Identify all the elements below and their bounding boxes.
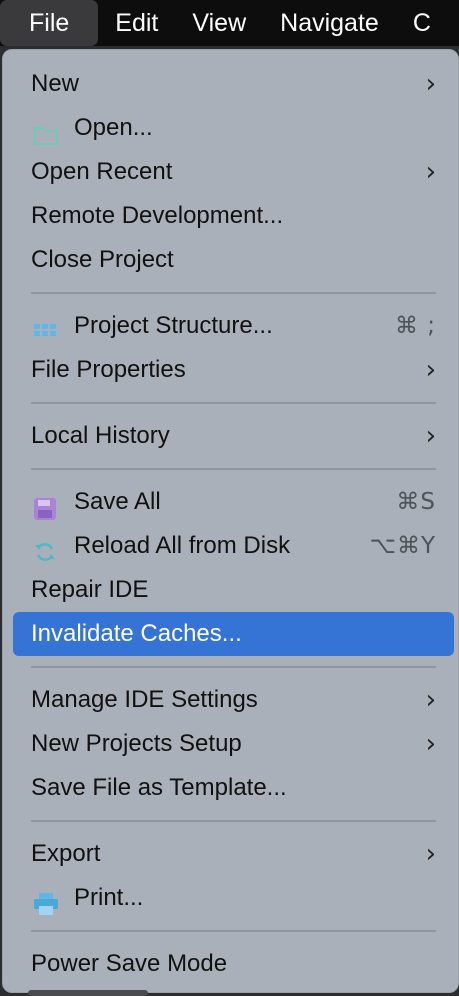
menu-separator (31, 468, 436, 470)
menu-item-open[interactable]: Open... (13, 106, 454, 150)
menu-item-file-properties[interactable]: File Properties › (13, 348, 454, 392)
menu-item-label: Power Save Mode (31, 950, 228, 977)
folder-icon (33, 117, 58, 145)
grid-icon (33, 315, 57, 337)
menu-item-new-projects-setup[interactable]: New Projects Setup › (13, 722, 454, 766)
chevron-right-icon: › (425, 157, 436, 187)
menubar-code[interactable]: C (396, 0, 448, 46)
menu-item-repair-ide[interactable]: Repair IDE (13, 568, 454, 612)
menu-item-label: New Projects Setup (31, 730, 242, 757)
menu-item-save-all[interactable]: Save All ⌘S (13, 480, 454, 524)
menu-separator (31, 930, 436, 932)
menu-item-shortcut: ⌘ ; (394, 313, 436, 339)
menu-item-shortcut: ⌘S (396, 489, 436, 515)
menu-item-label: Save All (74, 488, 161, 515)
menubar-edit[interactable]: Edit (98, 0, 175, 46)
menu-item-label: Manage IDE Settings (31, 686, 258, 713)
menu-item-label: Save File as Template... (31, 774, 287, 801)
menu-item-label: Close Project (31, 246, 174, 273)
chevron-right-icon: › (425, 839, 436, 869)
menu-item-label: File Properties (31, 356, 186, 383)
menu-item-new[interactable]: New › (13, 62, 454, 106)
menubar-view[interactable]: View (175, 0, 263, 46)
chevron-right-icon: › (425, 69, 436, 99)
menu-item-save-file-as-template[interactable]: Save File as Template... (13, 766, 454, 810)
menu-item-shortcut: ⌥⌘Y (369, 533, 436, 559)
printer-icon (33, 887, 58, 915)
menu-separator (31, 666, 436, 668)
file-menu-dropdown: New › Open... Open Recent › Remote Devel… (2, 49, 459, 993)
menu-item-reload-all-from-disk[interactable]: Reload All from Disk ⌥⌘Y (13, 524, 454, 568)
save-icon (33, 491, 57, 520)
menu-item-remote-development[interactable]: Remote Development... (13, 194, 454, 238)
menu-item-print[interactable]: Print... (13, 876, 454, 920)
menu-item-local-history[interactable]: Local History › (13, 414, 454, 458)
menu-item-close-project[interactable]: Close Project (13, 238, 454, 282)
menu-item-label: Invalidate Caches... (31, 620, 242, 647)
menubar-file[interactable]: File (0, 0, 99, 46)
menu-item-manage-ide-settings[interactable]: Manage IDE Settings › (13, 678, 454, 722)
menu-item-label: Open... (74, 114, 153, 141)
menu-separator (31, 292, 436, 294)
menu-item-label: Local History (31, 422, 170, 449)
chevron-right-icon: › (425, 729, 436, 759)
menu-item-label: Remote Development... (31, 202, 284, 229)
menu-item-export[interactable]: Export › (13, 832, 454, 876)
menu-separator (31, 820, 436, 822)
menubar-navigate[interactable]: Navigate (263, 0, 396, 46)
menu-bar: File Edit View Navigate C (0, 0, 459, 46)
menu-item-label: Open Recent (31, 158, 173, 185)
background-window-edge (28, 990, 148, 996)
menu-item-label: Project Structure... (74, 312, 273, 339)
menu-item-label: Export (31, 840, 101, 867)
menu-item-label: New (31, 70, 80, 97)
menu-item-label: Reload All from Disk (74, 532, 291, 559)
menu-separator (31, 402, 436, 404)
chevron-right-icon: › (425, 421, 436, 451)
menu-item-label: Print... (74, 884, 144, 911)
menu-item-project-structure[interactable]: Project Structure... ⌘ ; (13, 304, 454, 348)
menu-item-power-save-mode[interactable]: Power Save Mode (13, 942, 454, 986)
menu-item-invalidate-caches[interactable]: Invalidate Caches... (13, 612, 454, 656)
reload-icon (33, 535, 57, 561)
menu-item-label: Repair IDE (31, 576, 149, 603)
chevron-right-icon: › (425, 685, 436, 715)
chevron-right-icon: › (425, 355, 436, 385)
menu-item-open-recent[interactable]: Open Recent › (13, 150, 454, 194)
